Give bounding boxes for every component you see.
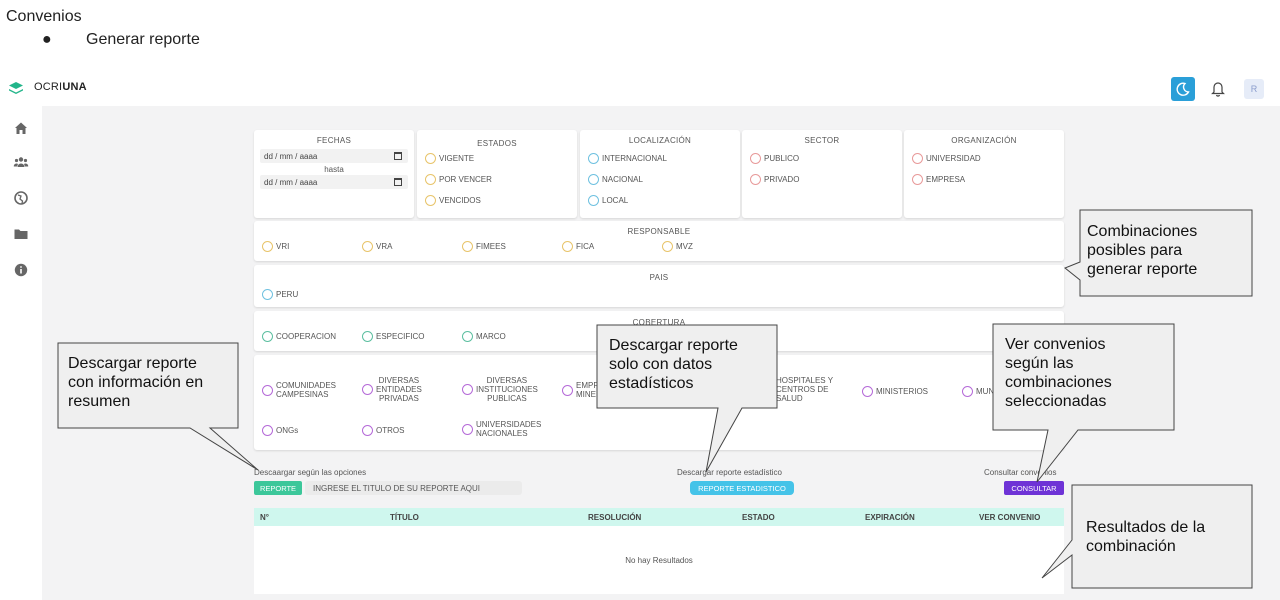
- no-results-text: No hay Resultados: [625, 556, 693, 565]
- callout-resumen-text: Descargar reporte con información en resum…: [68, 355, 204, 410]
- callout-estadisticos-text: Descargar reporte solo con datos estadísti…: [609, 337, 738, 392]
- column-resolucion: RESOLUCIÓN: [588, 513, 642, 522]
- radio-otros[interactable]: OTROS: [362, 425, 404, 436]
- fechas-card: FECHAS dd / mm / aaaa hasta dd / mm / aa…: [254, 130, 414, 218]
- bullet-marker: ●: [42, 31, 52, 48]
- report-title-input[interactable]: INGRESE EL TITULO DE SU REPORTE AQUI: [305, 481, 522, 495]
- radio-especifico[interactable]: ESPECIFICO: [362, 331, 424, 342]
- consult-button[interactable]: CONSULTAR: [1004, 481, 1064, 495]
- radio-fimees[interactable]: FIMEES: [462, 241, 506, 252]
- stats-report-label: Descargar reporte estadístico: [677, 468, 782, 477]
- dark-mode-toggle[interactable]: [1171, 77, 1195, 101]
- radio-publico[interactable]: PUBLICO: [750, 153, 799, 164]
- calendar-icon[interactable]: [394, 152, 402, 160]
- sector-title: SECTOR: [804, 136, 840, 145]
- localizacion-title: LOCALIZACIÓN: [628, 136, 692, 145]
- radio-ministerios[interactable]: MINISTERIOS: [862, 386, 928, 397]
- bell-icon[interactable]: [1210, 80, 1226, 98]
- estados-card: ESTADOS VIGENTE POR VENCER VENCIDOS: [417, 130, 577, 218]
- bullet-text: Generar reporte: [86, 31, 200, 48]
- calendar-icon[interactable]: [394, 178, 402, 186]
- radio-vigente[interactable]: VIGENTE: [425, 153, 474, 164]
- globe-icon[interactable]: [13, 190, 29, 206]
- pais-title: PAIS: [649, 273, 669, 282]
- radio-universidades-nacionales[interactable]: UNIVERSIDADES NACIONALES: [462, 420, 541, 438]
- localizacion-card: LOCALIZACIÓN INTERNACIONAL NACIONAL LOCA…: [580, 130, 740, 218]
- organizacion-card: ORGANIZACIÓN UNIVERSIDAD EMPRESA: [904, 130, 1064, 218]
- radio-municipalidades[interactable]: MUN: [962, 386, 994, 397]
- callout-combinaciones-text: Combinaciones posibles para generar report…: [1087, 223, 1198, 278]
- document-bullet: ● Generar reporte: [42, 31, 200, 49]
- document-title: Convenios: [6, 8, 82, 25]
- sector-card: SECTOR PUBLICO PRIVADO: [742, 130, 902, 218]
- column-expiracion: EXPIRACIÓN: [865, 513, 915, 522]
- radio-mvz[interactable]: MVZ: [662, 241, 693, 252]
- radio-fica[interactable]: FICA: [562, 241, 594, 252]
- radio-por-vencer[interactable]: POR VENCER: [425, 174, 492, 185]
- sidebar: [0, 106, 42, 600]
- radio-marco[interactable]: MARCO: [462, 331, 506, 342]
- column-number: N°: [260, 513, 269, 522]
- stats-report-button[interactable]: REPORTE ESTADISTICO: [690, 481, 794, 495]
- column-estado: ESTADO: [742, 513, 775, 522]
- top-bar: OCRIUNA R: [0, 72, 1280, 106]
- radio-nacional[interactable]: NACIONAL: [588, 174, 643, 185]
- estados-title: ESTADOS: [477, 139, 517, 148]
- hasta-label: hasta: [324, 165, 344, 174]
- radio-empresa[interactable]: EMPRESA: [912, 174, 965, 185]
- radio-comunidades-campesinas[interactable]: COMUNIDADES CAMPESINAS: [262, 381, 336, 399]
- responsable-card: RESPONSABLE VRI VRA FIMEES FICA MVZ: [254, 221, 1064, 261]
- callout-ver-text: Ver convenios según las combinaciones selec…: [1005, 336, 1112, 410]
- consult-label: Consultar convenios: [984, 468, 1057, 477]
- avatar[interactable]: R: [1244, 79, 1264, 99]
- radio-vra[interactable]: VRA: [362, 241, 392, 252]
- folder-icon[interactable]: [13, 226, 29, 242]
- info-icon[interactable]: [13, 262, 29, 278]
- radio-empresas-mineras[interactable]: EMPR MINE: [562, 381, 599, 399]
- radio-vri[interactable]: VRI: [262, 241, 289, 252]
- moon-icon: [1176, 82, 1190, 96]
- results-table-body: No hay Resultados: [254, 526, 1064, 594]
- radio-local[interactable]: LOCAL: [588, 195, 628, 206]
- radio-privado[interactable]: PRIVADO: [750, 174, 799, 185]
- organizacion-title: ORGANIZACIÓN: [951, 136, 1017, 145]
- download-options-label: Descaargar según las opciones: [254, 468, 367, 477]
- pais-card: PAIS PERU: [254, 265, 1064, 307]
- date-from-input[interactable]: dd / mm / aaaa: [260, 149, 408, 163]
- responsable-title: RESPONSABLE: [627, 227, 691, 236]
- users-icon[interactable]: [13, 154, 29, 170]
- radio-vencidos[interactable]: VENCIDOS: [425, 195, 481, 206]
- radio-diversas-entidades-privadas[interactable]: DIVERSAS ENTIDADES PRIVADAS: [362, 376, 422, 403]
- callout-resultados-text: Resultados de la combinación: [1086, 519, 1206, 555]
- brand-name: OCRIUNA: [34, 81, 87, 93]
- column-ver-convenio: VER CONVENIO: [979, 513, 1041, 522]
- radio-peru[interactable]: PERU: [262, 289, 298, 300]
- results-table-header: N° TÍTULO RESOLUCIÓN ESTADO EXPIRACIÓN V…: [254, 508, 1064, 526]
- report-button[interactable]: REPORTE: [254, 481, 302, 495]
- radio-internacional[interactable]: INTERNACIONAL: [588, 153, 667, 164]
- column-titulo: TÍTULO: [390, 513, 419, 522]
- radio-diversas-instituciones-publicas[interactable]: DIVERSAS INSTITUCIONES PUBLICAS: [462, 376, 538, 403]
- date-to-input[interactable]: dd / mm / aaaa: [260, 175, 408, 189]
- fechas-title: FECHAS: [316, 136, 352, 145]
- layers-logo-icon: [9, 82, 23, 94]
- radio-universidad[interactable]: UNIVERSIDAD: [912, 153, 981, 164]
- radio-ongs[interactable]: ONGs: [262, 425, 298, 436]
- radio-cooperacion[interactable]: COOPERACION: [262, 331, 336, 342]
- radio-hospitales-y-centros-de-salud[interactable]: HOSPITALES Y CENTROS DE SALUD: [762, 376, 833, 403]
- home-icon[interactable]: [13, 120, 29, 136]
- cobertura-title: COBERTURA: [632, 318, 686, 327]
